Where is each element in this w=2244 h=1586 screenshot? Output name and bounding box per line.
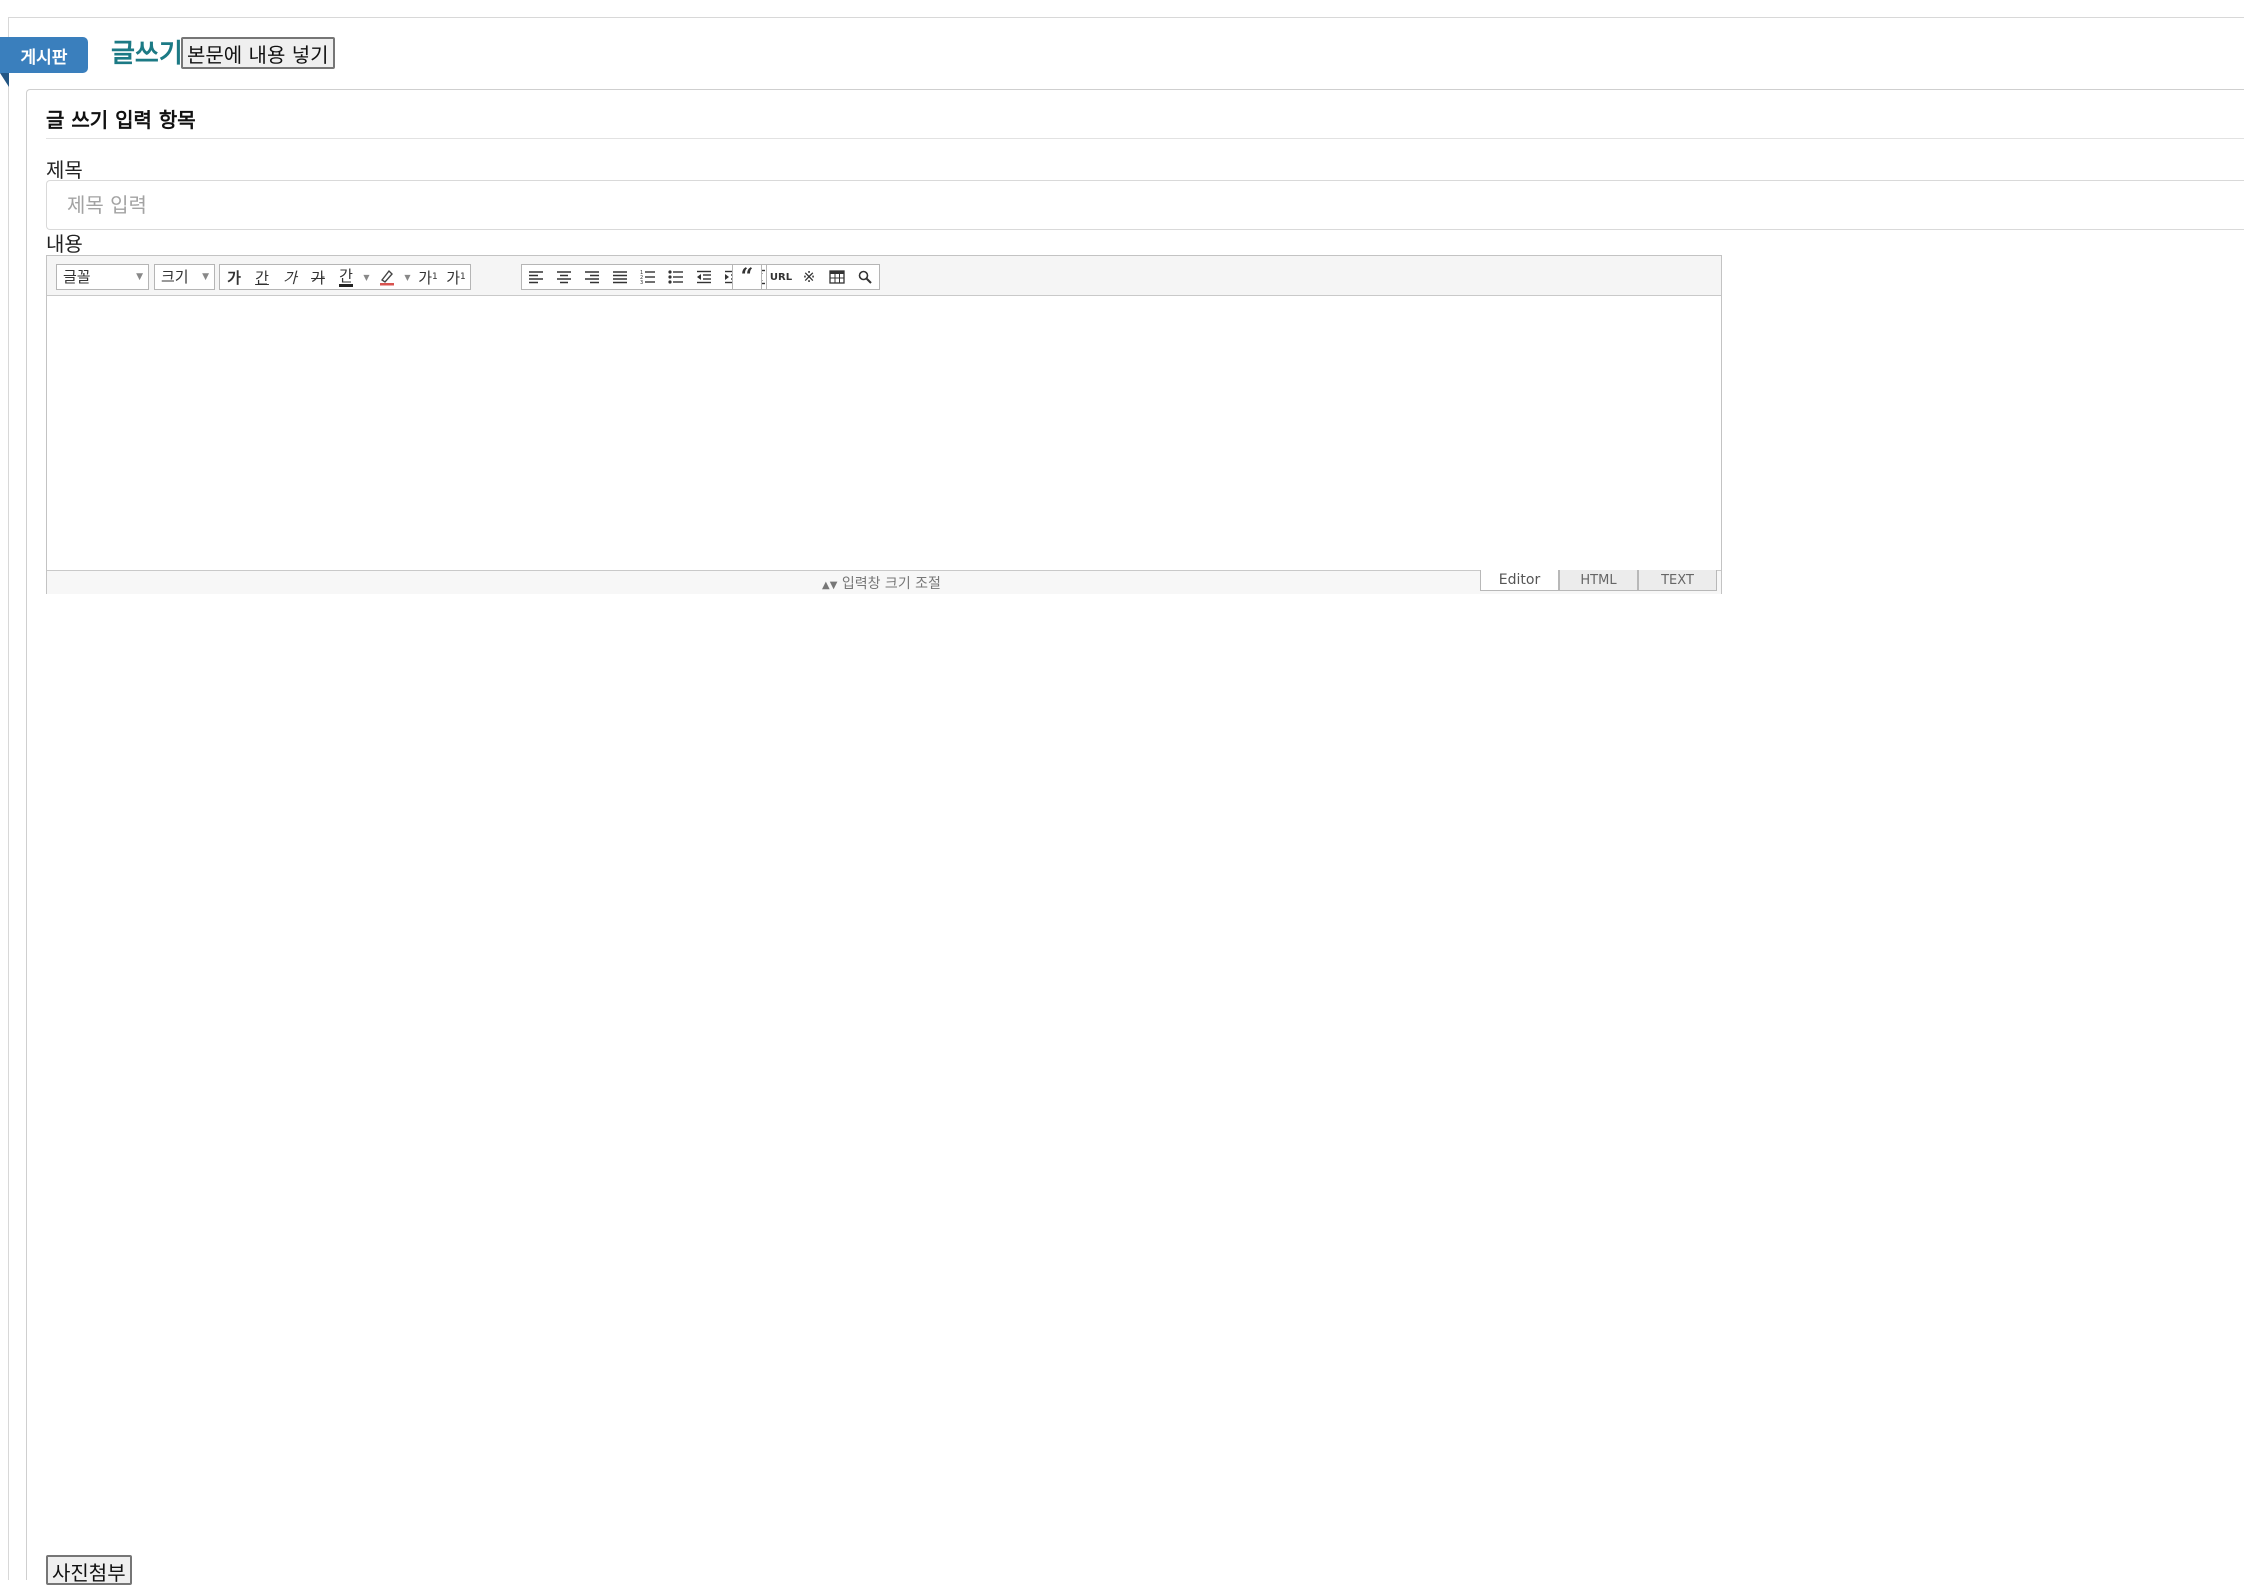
resize-label-wrap: ▲▼ 입력창 크기 조절 bbox=[822, 573, 941, 593]
format-button-group: 가 간 가 가 간 ▼ ▼ 가 1 가 1 bbox=[219, 264, 471, 290]
superscript-button[interactable]: 가1 bbox=[414, 265, 442, 289]
align-justify-button[interactable] bbox=[606, 265, 634, 289]
quote-button-group: “ bbox=[732, 264, 762, 290]
align-left-button[interactable] bbox=[522, 265, 550, 289]
chevron-down-icon: ▼ bbox=[202, 272, 209, 282]
resize-arrows-icon: ▲▼ bbox=[822, 580, 838, 591]
strikethrough-icon: 가 bbox=[311, 268, 325, 287]
board-tag[interactable]: 게시판 bbox=[0, 37, 88, 73]
font-color-dropdown[interactable]: ▼ bbox=[360, 265, 373, 289]
photo-attach-button[interactable]: 사진첨부 bbox=[46, 1555, 132, 1585]
panel-heading: 글 쓰기 입력 항목 bbox=[46, 108, 196, 132]
board-tag-label: 게시판 bbox=[20, 47, 68, 68]
align-justify-icon bbox=[613, 271, 627, 284]
editor-mode-tabs: Editor HTML TEXT bbox=[1480, 570, 1717, 591]
search-icon bbox=[858, 270, 872, 284]
italic-icon: 가 bbox=[283, 268, 297, 287]
superscript-icon: 가 bbox=[418, 268, 433, 287]
align-right-icon bbox=[585, 271, 599, 284]
align-center-icon bbox=[557, 271, 571, 284]
svg-text:3: 3 bbox=[640, 280, 643, 285]
board-tag-fold bbox=[0, 73, 9, 87]
subscript-button[interactable]: 가1 bbox=[442, 265, 470, 289]
ordered-list-icon: 123 bbox=[640, 270, 655, 285]
editor-resize-handle[interactable]: ▲▼ 입력창 크기 조절 Editor HTML TEXT bbox=[47, 570, 1721, 594]
panel-divider bbox=[46, 138, 2244, 139]
tab-html[interactable]: HTML bbox=[1559, 570, 1638, 591]
editor-content-area[interactable] bbox=[47, 297, 1721, 570]
special-char-icon: ※ bbox=[802, 268, 816, 286]
font-select[interactable]: 글꼴 ▼ bbox=[56, 264, 149, 290]
page-title: 글쓰기 bbox=[111, 39, 183, 69]
highlight-button[interactable] bbox=[373, 265, 401, 289]
url-icon: URL bbox=[769, 271, 793, 283]
table-icon bbox=[829, 270, 845, 284]
special-char-button[interactable]: ※ bbox=[795, 265, 823, 289]
resize-label: 입력창 크기 조절 bbox=[841, 576, 941, 592]
quote-icon: “ bbox=[740, 264, 754, 290]
chevron-down-icon: ▼ bbox=[363, 272, 370, 282]
italic-button[interactable]: 가 bbox=[276, 265, 304, 289]
editor-toolbar: 글꼴 ▼ 크기 ▼ 가 간 가 가 간 ▼ ▼ 가 1 가 1 1 2 3 “ … bbox=[47, 256, 1721, 296]
underline-icon: 간 bbox=[255, 268, 269, 287]
font-color-icon: 간 bbox=[339, 266, 353, 287]
title-label: 제목 bbox=[46, 158, 83, 182]
underline-button[interactable]: 간 bbox=[248, 265, 276, 289]
size-select[interactable]: 크기 ▼ bbox=[154, 264, 215, 290]
align-right-button[interactable] bbox=[578, 265, 606, 289]
insert-button-group: URL ※ bbox=[766, 264, 880, 290]
title-input[interactable] bbox=[46, 180, 2244, 230]
align-left-icon bbox=[529, 271, 543, 284]
url-button[interactable]: URL bbox=[767, 265, 795, 289]
bold-icon: 가 bbox=[227, 268, 241, 287]
rich-text-editor: 글꼴 ▼ 크기 ▼ 가 간 가 가 간 ▼ ▼ 가 1 가 1 1 2 3 “ … bbox=[46, 255, 1722, 594]
unordered-list-icon bbox=[668, 270, 683, 284]
font-select-value: 글꼴 bbox=[63, 268, 91, 286]
align-center-button[interactable] bbox=[550, 265, 578, 289]
table-button[interactable] bbox=[823, 265, 851, 289]
ordered-list-button[interactable]: 123 bbox=[634, 265, 662, 289]
quote-button[interactable]: “ bbox=[733, 264, 761, 290]
chevron-down-icon: ▼ bbox=[404, 272, 411, 282]
unordered-list-button[interactable] bbox=[662, 265, 690, 289]
highlight-icon bbox=[380, 269, 394, 286]
font-color-button[interactable]: 간 bbox=[332, 265, 360, 289]
content-label: 내용 bbox=[46, 232, 83, 256]
find-button[interactable] bbox=[851, 265, 879, 289]
tab-editor[interactable]: Editor bbox=[1480, 570, 1559, 591]
outdent-button[interactable] bbox=[690, 265, 718, 289]
highlight-dropdown[interactable]: ▼ bbox=[401, 265, 414, 289]
chevron-down-icon: ▼ bbox=[136, 272, 143, 282]
tab-text[interactable]: TEXT bbox=[1638, 570, 1717, 591]
insert-content-button[interactable]: 본문에 내용 넣기 bbox=[181, 37, 335, 69]
strikethrough-button[interactable]: 가 bbox=[304, 265, 332, 289]
size-select-value: 크기 bbox=[161, 268, 189, 286]
bold-button[interactable]: 가 bbox=[220, 265, 248, 289]
outdent-icon bbox=[697, 270, 711, 284]
subscript-icon: 가 bbox=[446, 268, 461, 287]
